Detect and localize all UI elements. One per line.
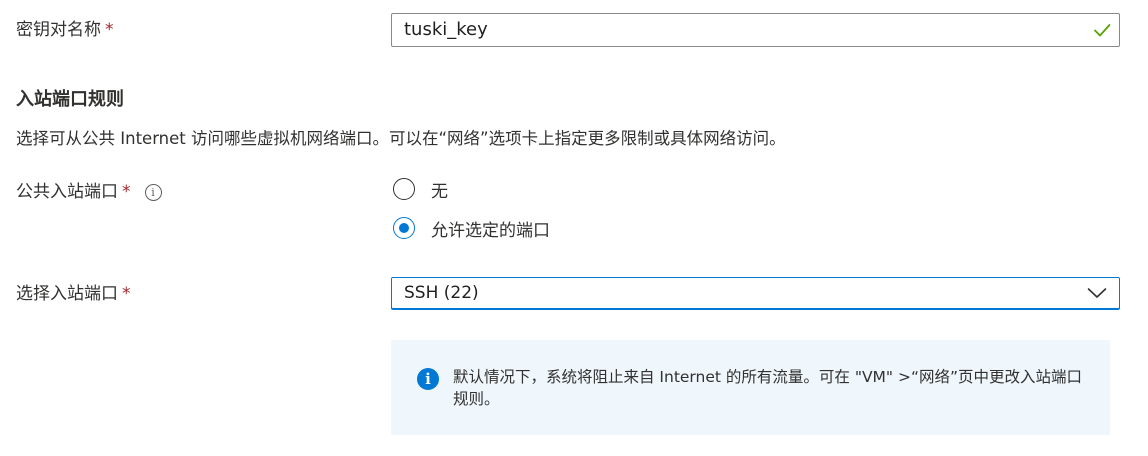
radio-button-selected[interactable] bbox=[393, 217, 415, 239]
select-inbound-ports-label: 选择入站端口 * bbox=[16, 282, 131, 306]
key-pair-name-label-text: 密钥对名称 bbox=[16, 20, 101, 40]
checkmark-icon bbox=[1094, 24, 1111, 37]
radio-option-none[interactable]: 无 bbox=[393, 176, 448, 202]
select-inbound-ports-label-text: 选择入站端口 bbox=[16, 284, 118, 304]
inbound-ports-dropdown[interactable]: SSH (22) bbox=[391, 277, 1120, 310]
radio-button-unselected[interactable] bbox=[393, 178, 415, 200]
info-icon[interactable]: i bbox=[144, 184, 162, 201]
radio-option-allow-selected[interactable]: 允许选定的端口 bbox=[393, 215, 550, 241]
required-asterisk: * bbox=[122, 182, 131, 202]
public-inbound-ports-label: 公共入站端口 * i bbox=[16, 180, 162, 204]
public-inbound-ports-label-text: 公共入站端口 bbox=[16, 182, 118, 202]
inbound-rules-title: 入站端口规则 bbox=[16, 89, 124, 110]
radio-label-none: 无 bbox=[431, 181, 448, 202]
info-message-text: 默认情况下，系统将阻止来自 Internet 的所有流量。可在 "VM" >“网… bbox=[453, 368, 1083, 408]
info-icon: i bbox=[417, 368, 439, 390]
required-asterisk: * bbox=[122, 284, 131, 304]
inbound-rules-description: 选择可从公共 Internet 访问哪些虚拟机网络端口。可以在“网络”选项卡上指… bbox=[16, 129, 786, 148]
key-pair-name-value: tuski_key bbox=[404, 19, 488, 40]
chevron-down-icon bbox=[1087, 288, 1107, 298]
required-asterisk: * bbox=[105, 20, 114, 40]
info-message-bar: i 默认情况下，系统将阻止来自 Internet 的所有流量。可在 "VM" >… bbox=[391, 340, 1110, 435]
dropdown-selected-value: SSH (22) bbox=[404, 283, 479, 303]
key-pair-name-input[interactable]: tuski_key bbox=[391, 13, 1120, 47]
key-pair-name-label: 密钥对名称 * bbox=[16, 18, 114, 42]
radio-label-allow-selected: 允许选定的端口 bbox=[431, 220, 550, 241]
